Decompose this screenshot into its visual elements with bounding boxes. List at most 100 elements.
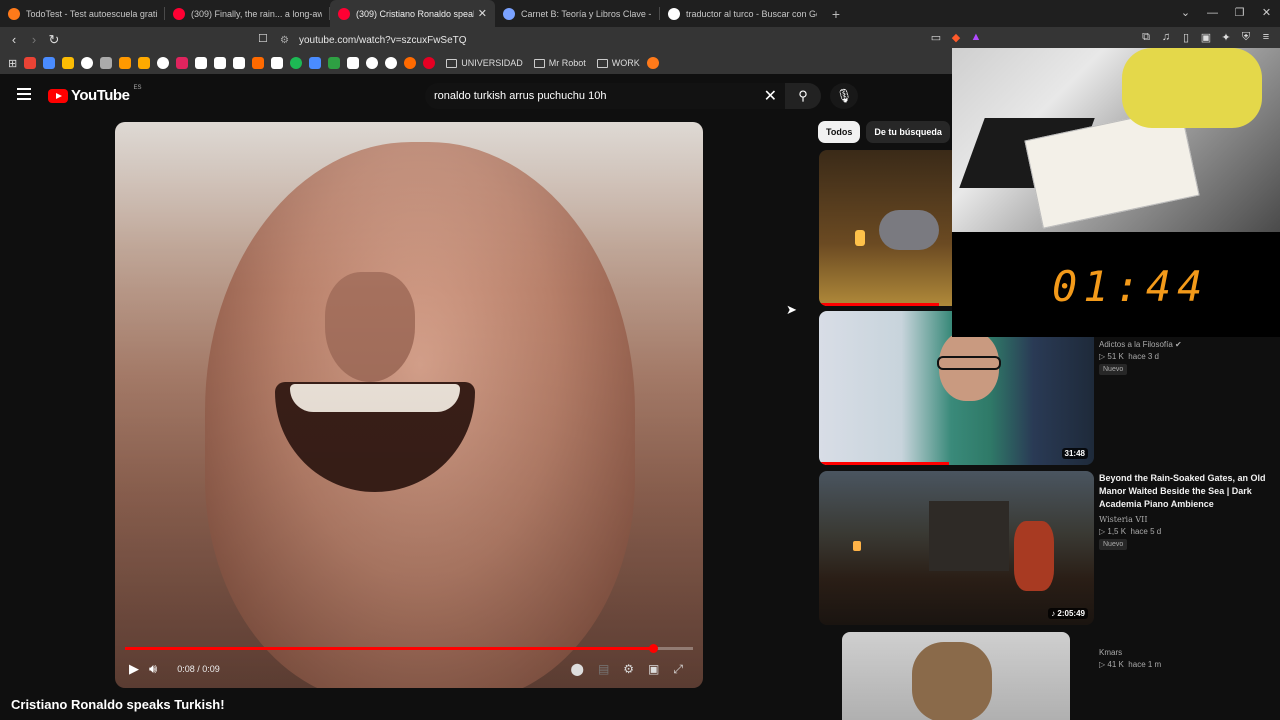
play-icon[interactable]: ▶: [129, 661, 139, 677]
miniplayer-icon[interactable]: ▣: [648, 662, 659, 677]
duration-text: 2:05:49: [1057, 609, 1085, 618]
bookmark-icon[interactable]: [309, 57, 322, 69]
wallet-icon[interactable]: ▣: [1200, 31, 1212, 44]
tab-rain-video[interactable]: (309) Finally, the rain... a long-awaite: [165, 0, 330, 27]
folder-label: WORK: [611, 58, 640, 68]
google-favicon-icon: [668, 7, 680, 20]
bookmark-icon[interactable]: [366, 57, 379, 69]
subtitles-icon[interactable]: ▤: [598, 662, 609, 677]
timer-display: 01:44: [1052, 262, 1209, 311]
channel-label: Adictos a la Filosofía: [1099, 340, 1173, 349]
gemini-favicon-icon: [503, 7, 515, 20]
bookmark-icon[interactable]: [404, 57, 417, 69]
cast-icon[interactable]: ▭: [930, 31, 942, 44]
todotest-bookmark-icon[interactable]: [646, 57, 659, 69]
sidebar-icon[interactable]: ▯: [1180, 31, 1192, 44]
bookmark-icon[interactable]: [328, 57, 341, 69]
video-stats: ▷ 1,5 K hace 5 d: [1099, 527, 1162, 536]
bookmark-icon[interactable]: [62, 57, 75, 69]
bookmark-icon[interactable]: [233, 57, 246, 69]
bookmark-icon[interactable]: [252, 57, 265, 69]
bookmark-icon[interactable]: [214, 57, 227, 69]
google-bookmark-icon[interactable]: [81, 57, 94, 69]
recommendation-title[interactable]: Beyond the Rain-Soaked Gates, an Old Man…: [1099, 472, 1269, 511]
tab-traductor[interactable]: traductor al turco - Buscar con Googl: [660, 0, 825, 27]
back-icon[interactable]: ‹: [4, 32, 24, 47]
close-window-button[interactable]: ✕: [1253, 0, 1280, 27]
bookmark-icon[interactable]: [271, 57, 284, 69]
fullscreen-icon[interactable]: ⤢: [673, 662, 683, 677]
channel-name[interactable]: Wisteria VII: [1099, 515, 1269, 524]
upload-age: hace 1 m: [1128, 660, 1162, 669]
spotify-bookmark-icon[interactable]: [290, 57, 303, 69]
webcam-person: [1122, 48, 1262, 128]
window-controls: ⌄ — ❐ ✕: [1172, 0, 1280, 27]
close-tab-icon[interactable]: ✕: [478, 7, 487, 20]
settings-icon[interactable]: ⚙: [623, 662, 634, 677]
chip-de-tu-busqueda[interactable]: De tu búsqueda: [866, 121, 950, 143]
browser-tab-bar: TodoTest - Test autoescuela gratis. 20 (…: [0, 0, 1280, 27]
tab-carnet-b[interactable]: Carnet B: Teoría y Libros Clave - Goo: [495, 0, 660, 27]
bookmark-icon[interactable]: [119, 57, 132, 69]
autoplay-toggle-icon[interactable]: ⬤: [571, 662, 584, 677]
bookmark-icon[interactable]: [157, 57, 170, 69]
tab-todotest[interactable]: TodoTest - Test autoescuela gratis. 20: [0, 0, 165, 27]
chip-todos[interactable]: Todos: [818, 121, 861, 143]
extensions-icon[interactable]: ⧉: [1140, 31, 1152, 44]
media-icon[interactable]: ♫: [1160, 31, 1172, 44]
volume-icon[interactable]: 🔊︎: [149, 661, 157, 677]
recommendation-thumbnail[interactable]: ♪ 2:05:49: [819, 471, 1094, 625]
channel-name[interactable]: Adictos a la Filosofía ✔: [1099, 340, 1182, 349]
bookmark-icon[interactable]: [385, 57, 398, 69]
url-field[interactable]: ⚙ youtube.com/watch?v=szcuxFwSeTQ: [280, 31, 950, 49]
reload-icon[interactable]: ↻: [44, 32, 64, 48]
restore-button[interactable]: ❐: [1226, 0, 1253, 27]
upload-age: hace 3 d: [1128, 352, 1159, 361]
duration-badge: ♪ 2:05:49: [1048, 608, 1088, 619]
site-info-icon[interactable]: ⚙: [280, 35, 289, 46]
clear-search-icon[interactable]: ✕: [764, 86, 777, 106]
rewards-icon[interactable]: ▲: [970, 31, 982, 44]
youtube-logo[interactable]: YouTube ES: [48, 85, 141, 104]
progress-bar[interactable]: [125, 644, 693, 653]
bookmark-icon[interactable]: ☐: [258, 32, 268, 45]
channel-name[interactable]: Kmars: [1099, 648, 1161, 657]
tab-search-icon[interactable]: ⌄: [1172, 0, 1199, 27]
menu-icon[interactable]: ≡: [1260, 31, 1272, 44]
new-tab-button[interactable]: +: [825, 6, 847, 22]
forward-icon[interactable]: ›: [24, 32, 44, 47]
brave-shield-icon[interactable]: ◆: [950, 31, 962, 44]
new-badge: Nuevo: [1099, 364, 1128, 375]
guide-menu-icon[interactable]: [17, 88, 31, 103]
minimize-button[interactable]: —: [1199, 0, 1226, 27]
bookmark-icon[interactable]: [43, 57, 56, 69]
bookmark-icon[interactable]: [347, 57, 360, 69]
gmail-bookmark-icon[interactable]: [24, 57, 37, 69]
bookmark-icon[interactable]: [176, 57, 189, 69]
apps-grid-icon[interactable]: ⊞: [8, 57, 17, 70]
leo-icon[interactable]: ✦: [1220, 31, 1232, 44]
search-button[interactable]: ⚲: [785, 83, 821, 109]
recommendation-thumbnail[interactable]: [819, 150, 959, 306]
bookmark-folder-work[interactable]: WORK: [596, 58, 640, 68]
webcam-overlay: [952, 48, 1280, 232]
video-player[interactable]: ▶ 🔊︎ 0:08 / 0:09 ⬤ ▤ ⚙ ▣ ⤢: [115, 122, 703, 688]
search-input[interactable]: ronaldo turkish arrus puchuchu 10h ✕: [425, 83, 785, 109]
youtube-favicon-icon: [173, 7, 185, 20]
bookmark-icon[interactable]: [138, 57, 151, 69]
recommendation-meta: Beyond the Rain-Soaked Gates, an Old Man…: [1099, 472, 1269, 550]
voice-search-button[interactable]: 🎙︎: [830, 83, 858, 109]
tab-ronaldo-video[interactable]: (309) Cristiano Ronaldo speal ✕: [330, 0, 495, 27]
folder-icon: [533, 58, 545, 68]
vpn-icon[interactable]: ⛨: [1240, 31, 1252, 44]
bookmark-icon[interactable]: [195, 57, 208, 69]
recommendation-meta: Kmars ▷ 41 K hace 1 m: [1099, 648, 1161, 669]
pinterest-bookmark-icon[interactable]: [423, 57, 436, 69]
toolbar-icons: ▭ ◆ ▲ ⧉ ♫ ▯ ▣ ✦ ⛨ ≡: [930, 31, 1272, 44]
folder-icon: [596, 58, 608, 68]
bookmark-folder-mr-robot[interactable]: Mr Robot: [533, 58, 586, 68]
bookmark-folder-universidad[interactable]: UNIVERSIDAD: [446, 58, 523, 68]
recommendation-thumbnail[interactable]: [842, 632, 1070, 720]
tab-title: TodoTest - Test autoescuela gratis. 20: [26, 8, 157, 19]
bookmark-icon[interactable]: [100, 57, 113, 69]
